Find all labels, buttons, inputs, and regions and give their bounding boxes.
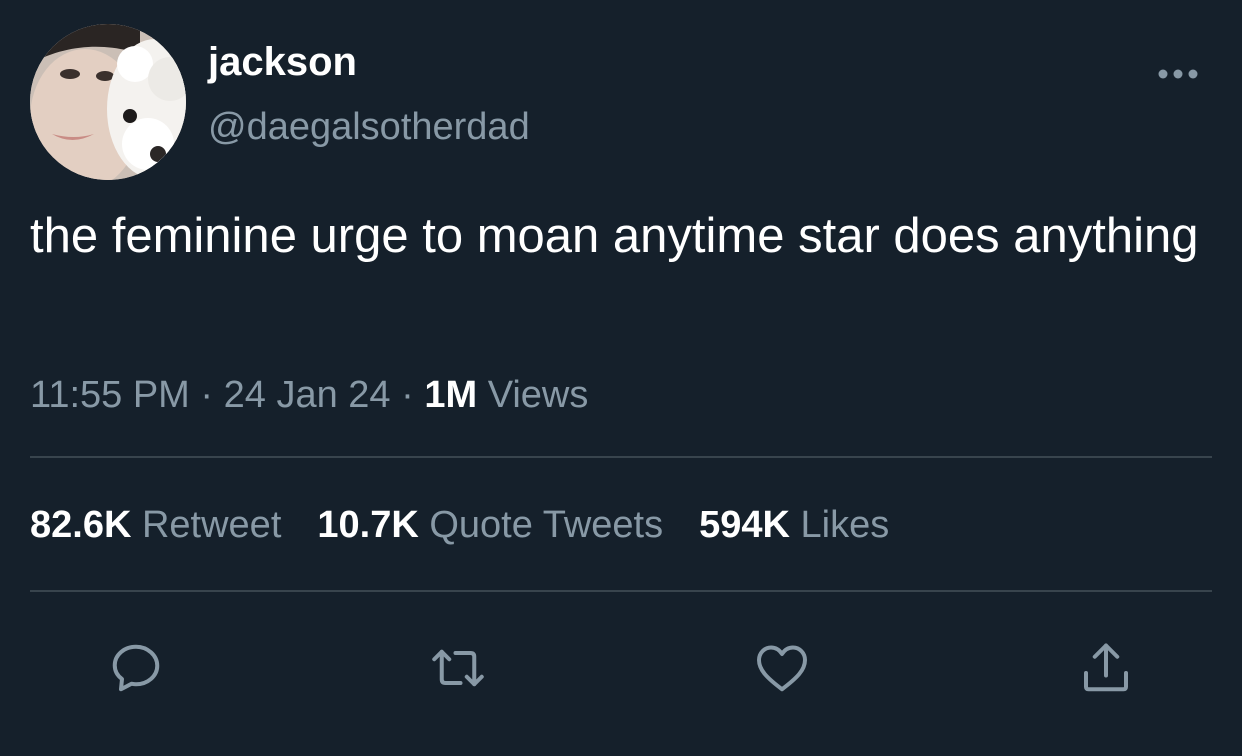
more-options-icon[interactable]: [1156, 64, 1200, 84]
quote-tweets-label: Quote Tweets: [429, 504, 664, 546]
tweet-card: jackson @daegalsotherdad the feminine ur…: [0, 0, 1242, 756]
meta-separator: ·: [390, 374, 425, 416]
views-count: 1M: [424, 374, 478, 416]
retweet-button[interactable]: [428, 638, 488, 698]
retweets-count: 82.6K: [30, 504, 132, 546]
retweet-icon: [432, 649, 484, 687]
reply-button[interactable]: [106, 638, 166, 698]
user-handle[interactable]: @daegalsotherdad: [208, 104, 530, 150]
meta-separator: ·: [189, 374, 224, 416]
quote-tweets-count: 10.7K: [317, 504, 419, 546]
share-icon: [1084, 643, 1128, 692]
reply-icon: [112, 644, 160, 692]
like-button[interactable]: [752, 638, 812, 698]
divider: [30, 456, 1212, 458]
display-name[interactable]: jackson: [208, 38, 357, 86]
tweet-metadata: 11:55 PM · 24 Jan 24 · 1M Views: [30, 372, 588, 418]
likes-label: Likes: [800, 504, 890, 546]
avatar-image: [30, 24, 186, 180]
tweet-date[interactable]: 24 Jan 24: [224, 374, 391, 416]
quote-tweets-stat[interactable]: 10.7K Quote Tweets: [317, 502, 663, 548]
avatar[interactable]: [30, 24, 186, 180]
likes-stat[interactable]: 594K Likes: [699, 502, 889, 548]
divider: [30, 590, 1212, 592]
retweets-stat[interactable]: 82.6K Retweet: [30, 502, 281, 548]
retweets-label: Retweet: [141, 504, 282, 546]
heart-icon: [757, 645, 807, 692]
share-button[interactable]: [1076, 638, 1136, 698]
tweet-text: the feminine urge to moan anytime star d…: [30, 209, 1199, 263]
views-label: Views: [487, 374, 589, 416]
likes-count: 594K: [699, 504, 790, 546]
tweet-time[interactable]: 11:55 PM: [30, 374, 190, 416]
tweet-stats: 82.6K Retweet 10.7K Quote Tweets 594K Like…: [30, 502, 925, 548]
